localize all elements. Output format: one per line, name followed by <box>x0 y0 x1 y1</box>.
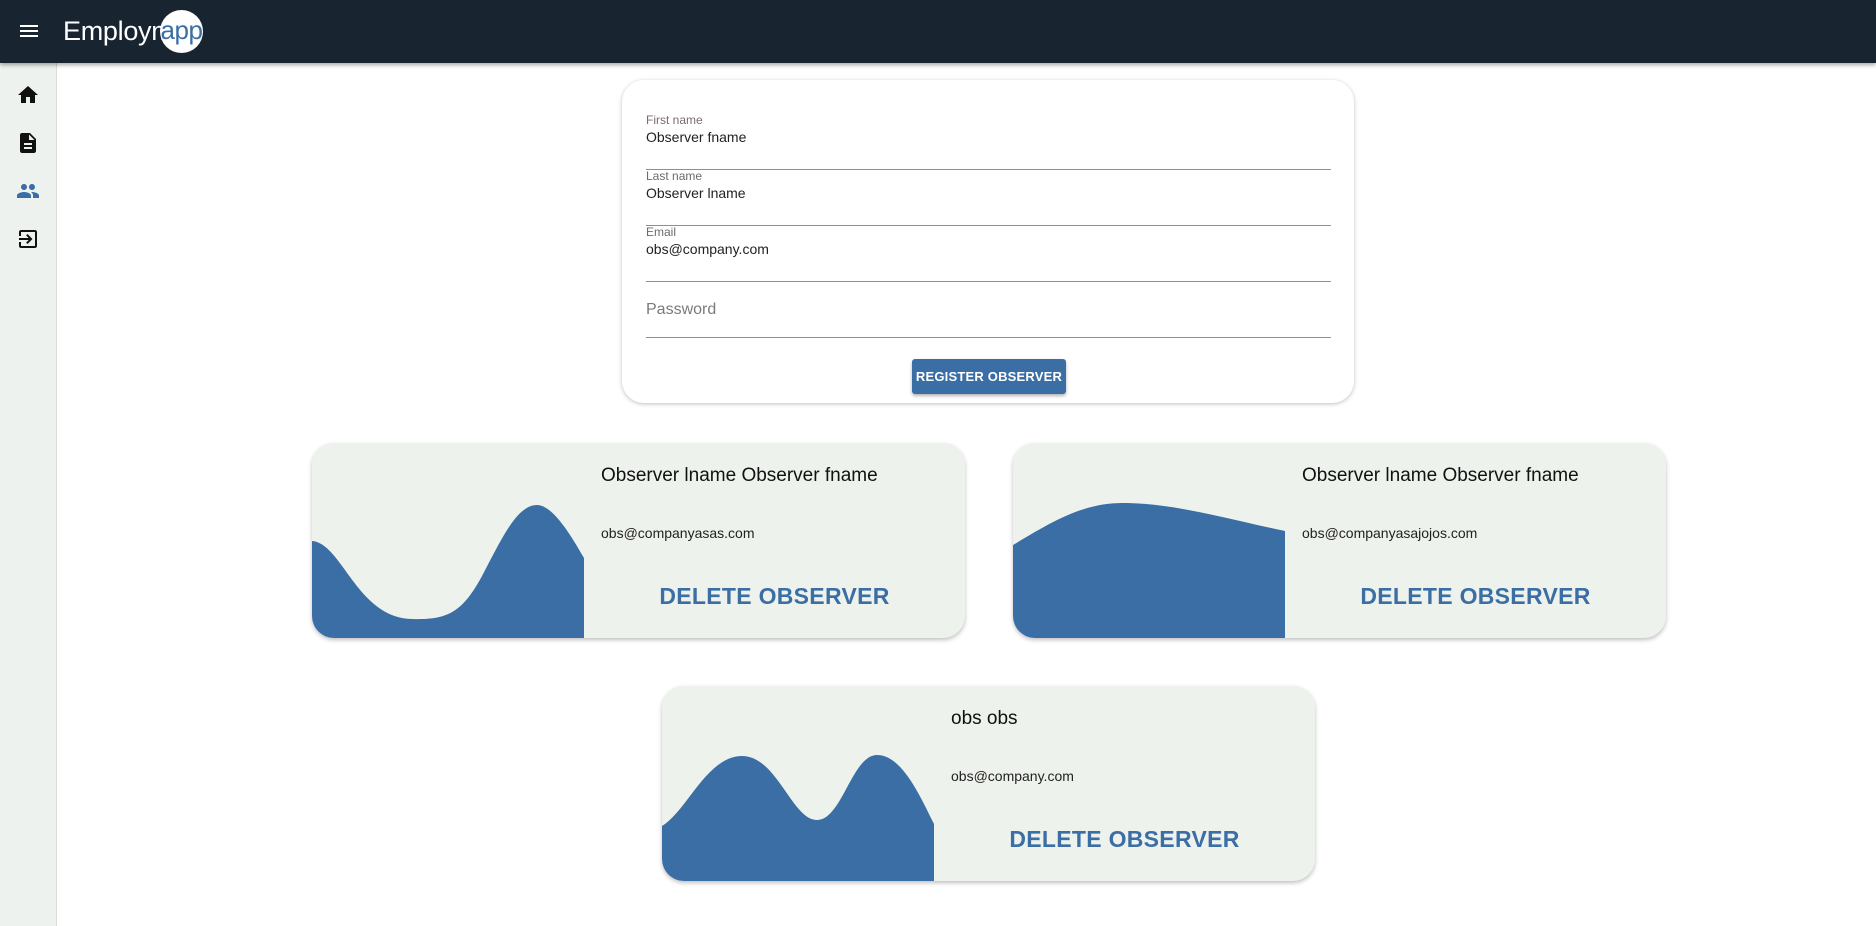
register-observer-form: First name Observer fname Last name Obse… <box>622 80 1354 403</box>
logo-text: Employm <box>63 16 174 46</box>
password-placeholder: Password <box>646 301 717 318</box>
top-app-bar: Employm app <box>0 0 1876 63</box>
observer-name: obs obs <box>951 708 1018 729</box>
exit-icon[interactable] <box>16 227 40 251</box>
first-name-field[interactable]: First name Observer fname <box>646 113 1331 170</box>
observer-email: obs@companyasajojos.com <box>1302 525 1478 541</box>
wave-graphic <box>662 755 934 881</box>
observer-name: Observer lname Observer fname <box>601 465 878 486</box>
document-icon[interactable] <box>16 131 40 155</box>
sidebar <box>0 63 57 926</box>
email-field[interactable]: Email obs@company.com <box>646 225 1331 282</box>
email-value: obs@company.com <box>646 241 769 257</box>
delete-observer-button[interactable]: DELETE OBSERVER <box>584 583 965 610</box>
observer-name: Observer lname Observer fname <box>1302 465 1579 486</box>
password-field[interactable]: Password <box>646 281 1331 338</box>
wave-graphic <box>1013 503 1285 638</box>
people-icon[interactable] <box>16 179 40 203</box>
menu-icon[interactable] <box>17 19 41 43</box>
first-name-label: First name <box>646 113 703 127</box>
wave-graphic <box>312 505 584 638</box>
last-name-label: Last name <box>646 169 703 183</box>
first-name-value: Observer fname <box>646 129 747 145</box>
home-icon[interactable] <box>16 83 40 107</box>
delete-observer-button[interactable]: DELETE OBSERVER <box>934 826 1315 853</box>
app-logo[interactable]: Employm app <box>63 10 213 54</box>
email-label: Email <box>646 225 677 239</box>
observer-card: Observer lname Observer fname obs@compan… <box>312 443 965 638</box>
observer-email: obs@company.com <box>951 768 1074 784</box>
last-name-field[interactable]: Last name Observer lname <box>646 169 1331 226</box>
last-name-value: Observer lname <box>646 185 746 201</box>
observer-email: obs@companyasas.com <box>601 525 755 541</box>
delete-observer-button[interactable]: DELETE OBSERVER <box>1285 583 1666 610</box>
logo-badge: app <box>160 10 203 53</box>
observer-card: obs obs obs@company.com DELETE OBSERVER <box>662 686 1315 881</box>
observer-card: Observer lname Observer fname obs@compan… <box>1013 443 1666 638</box>
register-observer-button[interactable]: REGISTER OBSERVER <box>912 359 1066 394</box>
